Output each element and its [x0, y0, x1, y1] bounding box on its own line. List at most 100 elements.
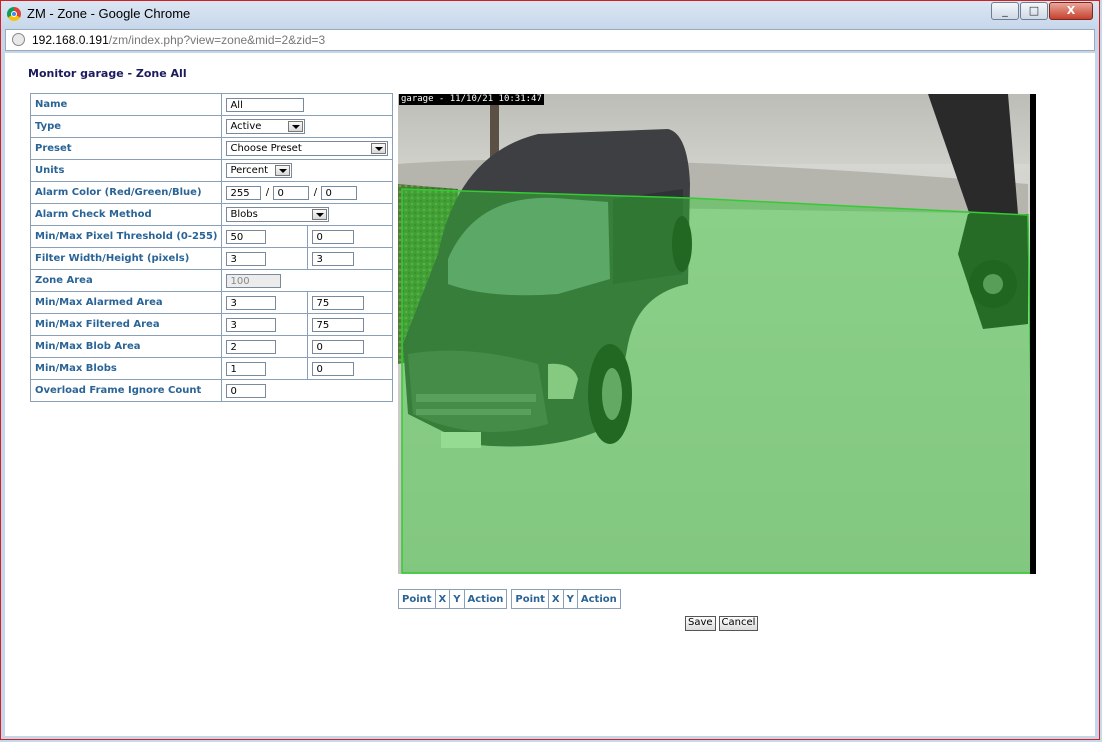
overload-input[interactable]: 0: [226, 383, 267, 398]
table-row: Preset Choose Preset: [29, 137, 394, 160]
form-buttons: Save Cancel: [685, 616, 759, 631]
col-action: Action: [463, 589, 508, 609]
close-button[interactable]: X: [1049, 2, 1093, 20]
zone-polygon[interactable]: [401, 188, 1035, 574]
table-row: Point X Y Action: [511, 589, 621, 609]
col-x: X: [434, 589, 451, 609]
zone-points: Point X Y Action Point X Y Action: [398, 589, 621, 609]
blob-area-min-cell: 2: [221, 335, 309, 358]
table-row: Min/Max Blobs 1 0: [29, 357, 394, 380]
filtered-area-max-input[interactable]: 75: [312, 317, 365, 332]
filtered-area-min-cell: 3: [221, 313, 309, 336]
table-row: Min/Max Filtered Area 3 75: [29, 313, 394, 336]
page-content: Monitor garage - Zone All Name All Type …: [5, 53, 1095, 736]
col-action: Action: [576, 589, 621, 609]
separator: /: [313, 187, 318, 198]
type-cell: Active: [221, 115, 394, 138]
col-point: Point: [511, 589, 549, 609]
chevron-down-icon: [371, 143, 387, 154]
pixel-threshold-label: Min/Max Pixel Threshold (0-255): [29, 225, 223, 248]
units-select-value: Percent: [230, 165, 269, 176]
blobs-min-input[interactable]: 1: [226, 361, 267, 376]
col-y: Y: [562, 589, 578, 609]
filtered-area-max-cell: 75: [307, 313, 394, 336]
name-label: Name: [29, 93, 223, 116]
minimize-button[interactable]: _: [991, 2, 1019, 20]
blob-area-min-input[interactable]: 2: [226, 339, 277, 354]
pixel-threshold-min-cell: 50: [221, 225, 309, 248]
preset-cell: Choose Preset: [221, 137, 394, 160]
preset-select-value: Choose Preset: [230, 143, 302, 154]
blob-area-label: Min/Max Blob Area: [29, 335, 223, 358]
table-row: Zone Area 100: [29, 269, 394, 292]
alarmed-area-min-input[interactable]: 3: [226, 295, 277, 310]
address-bar[interactable]: 192.168.0.191/zm/index.php?view=zone&mid…: [5, 29, 1095, 51]
alarm-red-input[interactable]: 255: [226, 185, 262, 200]
filtered-area-min-input[interactable]: 3: [226, 317, 277, 332]
save-button[interactable]: Save: [685, 616, 716, 631]
zone-area-cell: 100: [221, 269, 394, 292]
table-row: Min/Max Alarmed Area 3 75: [29, 291, 394, 314]
page-title: Monitor garage - Zone All: [28, 67, 187, 80]
col-x: X: [547, 589, 564, 609]
page-info-icon[interactable]: [12, 33, 25, 46]
alarmed-area-max-cell: 75: [307, 291, 394, 314]
chrome-icon: [7, 7, 21, 21]
filtered-area-label: Min/Max Filtered Area: [29, 313, 223, 336]
table-row: Type Active: [29, 115, 394, 138]
cancel-button[interactable]: Cancel: [718, 616, 759, 631]
check-method-select[interactable]: Blobs: [226, 207, 330, 222]
alarm-color-cell: 255/0/0: [221, 181, 394, 204]
url-host: 192.168.0.191: [32, 33, 109, 47]
preset-select[interactable]: Choose Preset: [226, 141, 389, 156]
blobs-max-input[interactable]: 0: [312, 361, 355, 376]
filter-height-input[interactable]: 3: [312, 251, 355, 266]
browser-window: ZM - Zone - Google Chrome _ □ X 192.168.…: [0, 0, 1100, 740]
alarmed-area-max-input[interactable]: 75: [312, 295, 365, 310]
chevron-down-icon: [275, 165, 291, 176]
table-row: Filter Width/Height (pixels) 3 3: [29, 247, 394, 270]
title-bar: ZM - Zone - Google Chrome _ □ X: [1, 1, 1099, 27]
alarm-blue-input[interactable]: 0: [321, 185, 358, 200]
pixel-threshold-min-input[interactable]: 50: [226, 229, 267, 244]
preset-label: Preset: [29, 137, 223, 160]
type-label: Type: [29, 115, 223, 138]
table-row: Overload Frame Ignore Count 0: [29, 379, 394, 402]
overload-label: Overload Frame Ignore Count: [29, 379, 223, 402]
col-point: Point: [398, 589, 436, 609]
type-select-value: Active: [230, 121, 262, 132]
table-row: Min/Max Blob Area 2 0: [29, 335, 394, 358]
name-cell: All: [221, 93, 394, 116]
zone-area-input: 100: [226, 273, 282, 288]
window-title: ZM - Zone - Google Chrome: [27, 6, 191, 21]
units-cell: Percent: [221, 159, 394, 182]
alarmed-area-label: Min/Max Alarmed Area: [29, 291, 223, 314]
units-select[interactable]: Percent: [226, 163, 293, 178]
table-row: Units Percent: [29, 159, 394, 182]
blob-area-max-cell: 0: [307, 335, 394, 358]
filter-height-cell: 3: [307, 247, 394, 270]
type-select[interactable]: Active: [226, 119, 306, 134]
alarm-green-input[interactable]: 0: [273, 185, 310, 200]
maximize-button[interactable]: □: [1020, 2, 1048, 20]
blobs-min-cell: 1: [221, 357, 309, 380]
blobs-label: Min/Max Blobs: [29, 357, 223, 380]
overload-cell: 0: [221, 379, 394, 402]
check-method-label: Alarm Check Method: [29, 203, 223, 226]
zone-settings-table: Name All Type Active Preset Choose Prese…: [29, 93, 394, 402]
chevron-down-icon: [312, 209, 328, 220]
alarmed-area-min-cell: 3: [221, 291, 309, 314]
window-controls: _ □ X: [991, 2, 1093, 20]
filter-width-input[interactable]: 3: [226, 251, 267, 266]
blob-area-max-input[interactable]: 0: [312, 339, 365, 354]
check-method-cell: Blobs: [221, 203, 394, 226]
points-table: Point X Y Action: [398, 589, 508, 609]
zone-area-label: Zone Area: [29, 269, 223, 292]
name-input[interactable]: All: [226, 97, 305, 112]
url-text[interactable]: 192.168.0.191/zm/index.php?view=zone&mid…: [32, 33, 325, 47]
alarm-color-label: Alarm Color (Red/Green/Blue): [29, 181, 223, 204]
table-row: Alarm Color (Red/Green/Blue) 255/0/0: [29, 181, 394, 204]
pixel-threshold-max-input[interactable]: 0: [312, 229, 355, 244]
units-label: Units: [29, 159, 223, 182]
zone-image[interactable]: garage - 11/10/21 10:31:47: [398, 94, 1036, 574]
